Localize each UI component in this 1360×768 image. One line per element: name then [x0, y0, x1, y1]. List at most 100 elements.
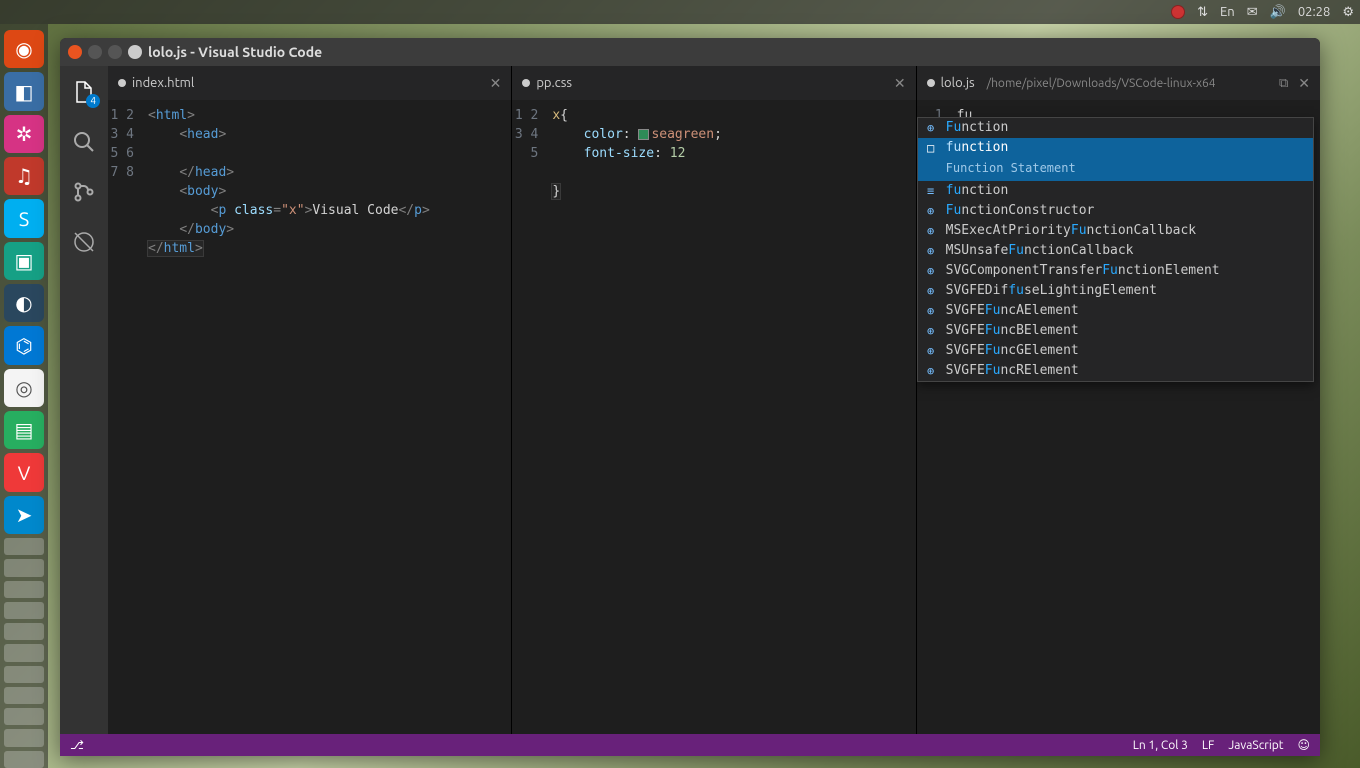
color-swatch-icon — [638, 129, 649, 140]
launcher-chrome[interactable]: ◎ — [4, 369, 44, 407]
suggest-detail: Function Statement — [918, 158, 1313, 181]
launcher-ubuntu[interactable]: ◉ — [4, 30, 44, 68]
suggest-item[interactable]: ⊕SVGFEFuncGElement — [918, 341, 1313, 361]
code-content[interactable]: x{ color: seagreen; font-size: 12 } — [548, 100, 915, 734]
editor-group-2: pp.css ✕ 1 2 3 4 5 x{ color: seagreen; f… — [512, 66, 916, 734]
status-ln-col[interactable]: Ln 1, Col 3 — [1133, 739, 1188, 752]
suggest-item[interactable]: ⊕SVGComponentTransferFunctionElement — [918, 261, 1313, 281]
suggest-kind-icon: ⊕ — [924, 342, 938, 360]
launcher-telegram[interactable]: ➤ — [4, 496, 44, 534]
tab-close-icon[interactable]: ✕ — [490, 75, 502, 92]
code-editor[interactable]: 1 2 3 4 5 x{ color: seagreen; font-size:… — [512, 100, 915, 734]
editor-group-1: index.html ✕ 1 2 3 4 5 6 7 8 <html> <hea… — [108, 66, 512, 734]
mail-icon[interactable]: ✉ — [1247, 5, 1258, 20]
suggest-item[interactable]: ⊕SVGFEFuncAElement — [918, 301, 1313, 321]
editor-area: index.html ✕ 1 2 3 4 5 6 7 8 <html> <hea… — [108, 66, 1320, 734]
system-menubar: ⇅ En ✉ 🔊 02:28 ⚙ — [0, 0, 1360, 24]
suggest-kind-icon: ⊕ — [924, 242, 938, 260]
code-editor[interactable]: 1 2 3 4 5 6 7 8 <html> <head> </head> <b… — [108, 100, 511, 734]
launcher-vscode[interactable]: ⌬ — [4, 326, 44, 364]
unity-launcher: ◉ ◧ ✲ ♫ S ▣ ◐ ⌬ ◎ ▤ V ➤ — [0, 24, 48, 768]
line-numbers: 1 2 3 4 5 6 7 8 — [108, 100, 144, 734]
suggest-widget[interactable]: ⊕Function□functionFunction Statement≡fun… — [917, 117, 1314, 382]
window-close-icon[interactable] — [68, 45, 82, 59]
window-minimize-icon[interactable] — [88, 45, 102, 59]
suggest-item[interactable]: ≡function — [918, 181, 1313, 201]
status-bar: ⎇ Ln 1, Col 3 LF JavaScript ☺ — [60, 734, 1320, 756]
suggest-kind-icon: ⊕ — [924, 282, 938, 300]
debug-icon[interactable] — [70, 228, 98, 256]
suggest-item[interactable]: ⊕SVGFEFuncRElement — [918, 361, 1313, 381]
launcher-app[interactable]: ▤ — [4, 411, 44, 449]
clock[interactable]: 02:28 — [1298, 5, 1331, 19]
launcher-app[interactable] — [4, 644, 44, 661]
launcher-app[interactable]: ◧ — [4, 72, 44, 110]
launcher-app[interactable] — [4, 559, 44, 576]
git-icon[interactable] — [70, 178, 98, 206]
tab-path: /home/pixel/Downloads/VSCode-linux-x64 — [987, 77, 1216, 90]
tab-lolo-js[interactable]: lolo.js /home/pixel/Downloads/VSCode-lin… — [927, 76, 1216, 90]
suggest-item[interactable]: ⊕Function — [918, 118, 1313, 138]
tab-pp-css[interactable]: pp.css — [522, 76, 572, 90]
suggest-kind-icon: ≡ — [924, 182, 938, 200]
tab-bar: pp.css ✕ — [512, 66, 915, 100]
launcher-app[interactable] — [4, 666, 44, 683]
window-titlebar[interactable]: lolo.js - Visual Studio Code — [60, 38, 1320, 66]
keyboard-lang[interactable]: En — [1220, 5, 1235, 19]
suggest-kind-icon: ⊕ — [924, 262, 938, 280]
status-feedback-icon[interactable]: ☺ — [1297, 738, 1310, 752]
suggest-kind-icon: □ — [924, 139, 938, 157]
vscode-window: lolo.js - Visual Studio Code 4 — [60, 38, 1320, 756]
tab-index-html[interactable]: index.html — [118, 76, 194, 90]
explorer-icon[interactable]: 4 — [70, 78, 98, 106]
dirty-indicator-icon — [522, 79, 530, 87]
volume-icon[interactable]: 🔊 — [1270, 5, 1286, 20]
search-icon[interactable] — [70, 128, 98, 156]
window-title: lolo.js - Visual Studio Code — [148, 44, 322, 60]
launcher-app[interactable] — [4, 581, 44, 598]
record-indicator[interactable] — [1171, 5, 1185, 19]
suggest-kind-icon: ⊕ — [924, 222, 938, 240]
dirty-indicator-icon — [118, 79, 126, 87]
suggest-item[interactable]: □function — [918, 138, 1313, 158]
launcher-app[interactable] — [4, 623, 44, 640]
launcher-skype[interactable]: S — [4, 199, 44, 237]
suggest-kind-icon: ⊕ — [924, 302, 938, 320]
app-icon — [128, 45, 142, 59]
code-content[interactable]: fu ⊕Function□functionFunction Statement≡… — [953, 100, 1320, 734]
suggest-item[interactable]: ⊕MSUnsafeFunctionCallback — [918, 241, 1313, 261]
launcher-steam[interactable]: ◐ — [4, 284, 44, 322]
status-language[interactable]: JavaScript — [1228, 739, 1283, 752]
suggest-item[interactable]: ⊕MSExecAtPriorityFunctionCallback — [918, 221, 1313, 241]
launcher-app[interactable] — [4, 708, 44, 725]
network-icon[interactable]: ⇅ — [1197, 5, 1208, 20]
tab-close-icon[interactable]: ✕ — [894, 75, 906, 92]
tab-label: lolo.js — [941, 76, 975, 90]
launcher-music[interactable]: ♫ — [4, 157, 44, 195]
explorer-badge: 4 — [86, 94, 100, 108]
launcher-app[interactable]: ✲ — [4, 115, 44, 153]
suggest-item[interactable]: ⊕SVGFEDiffuseLightingElement — [918, 281, 1313, 301]
launcher-app[interactable] — [4, 751, 44, 768]
suggest-item[interactable]: ⊕FunctionConstructor — [918, 201, 1313, 221]
suggest-kind-icon: ⊕ — [924, 322, 938, 340]
launcher-app[interactable] — [4, 602, 44, 619]
tab-label: index.html — [132, 76, 194, 90]
launcher-app[interactable] — [4, 687, 44, 704]
launcher-app[interactable] — [4, 729, 44, 746]
launcher-vivaldi[interactable]: V — [4, 453, 44, 491]
window-maximize-icon[interactable] — [108, 45, 122, 59]
launcher-app[interactable] — [4, 538, 44, 555]
code-content[interactable]: <html> <head> </head> <body> <p class="x… — [144, 100, 511, 734]
tab-label: pp.css — [536, 76, 572, 90]
status-eol[interactable]: LF — [1202, 739, 1214, 752]
tab-close-icon[interactable]: ✕ — [1298, 75, 1310, 92]
settings-gear-icon[interactable]: ⚙ — [1342, 5, 1354, 20]
suggest-kind-icon: ⊕ — [924, 362, 938, 380]
status-git-icon[interactable]: ⎇ — [70, 738, 84, 752]
suggest-item[interactable]: ⊕SVGFEFuncBElement — [918, 321, 1313, 341]
launcher-app[interactable]: ▣ — [4, 242, 44, 280]
activity-bar: 4 — [60, 66, 108, 734]
split-editor-icon[interactable]: ⧉ — [1279, 76, 1288, 91]
code-editor[interactable]: 1 fu ⊕Function□functionFunction Statemen… — [917, 100, 1320, 734]
